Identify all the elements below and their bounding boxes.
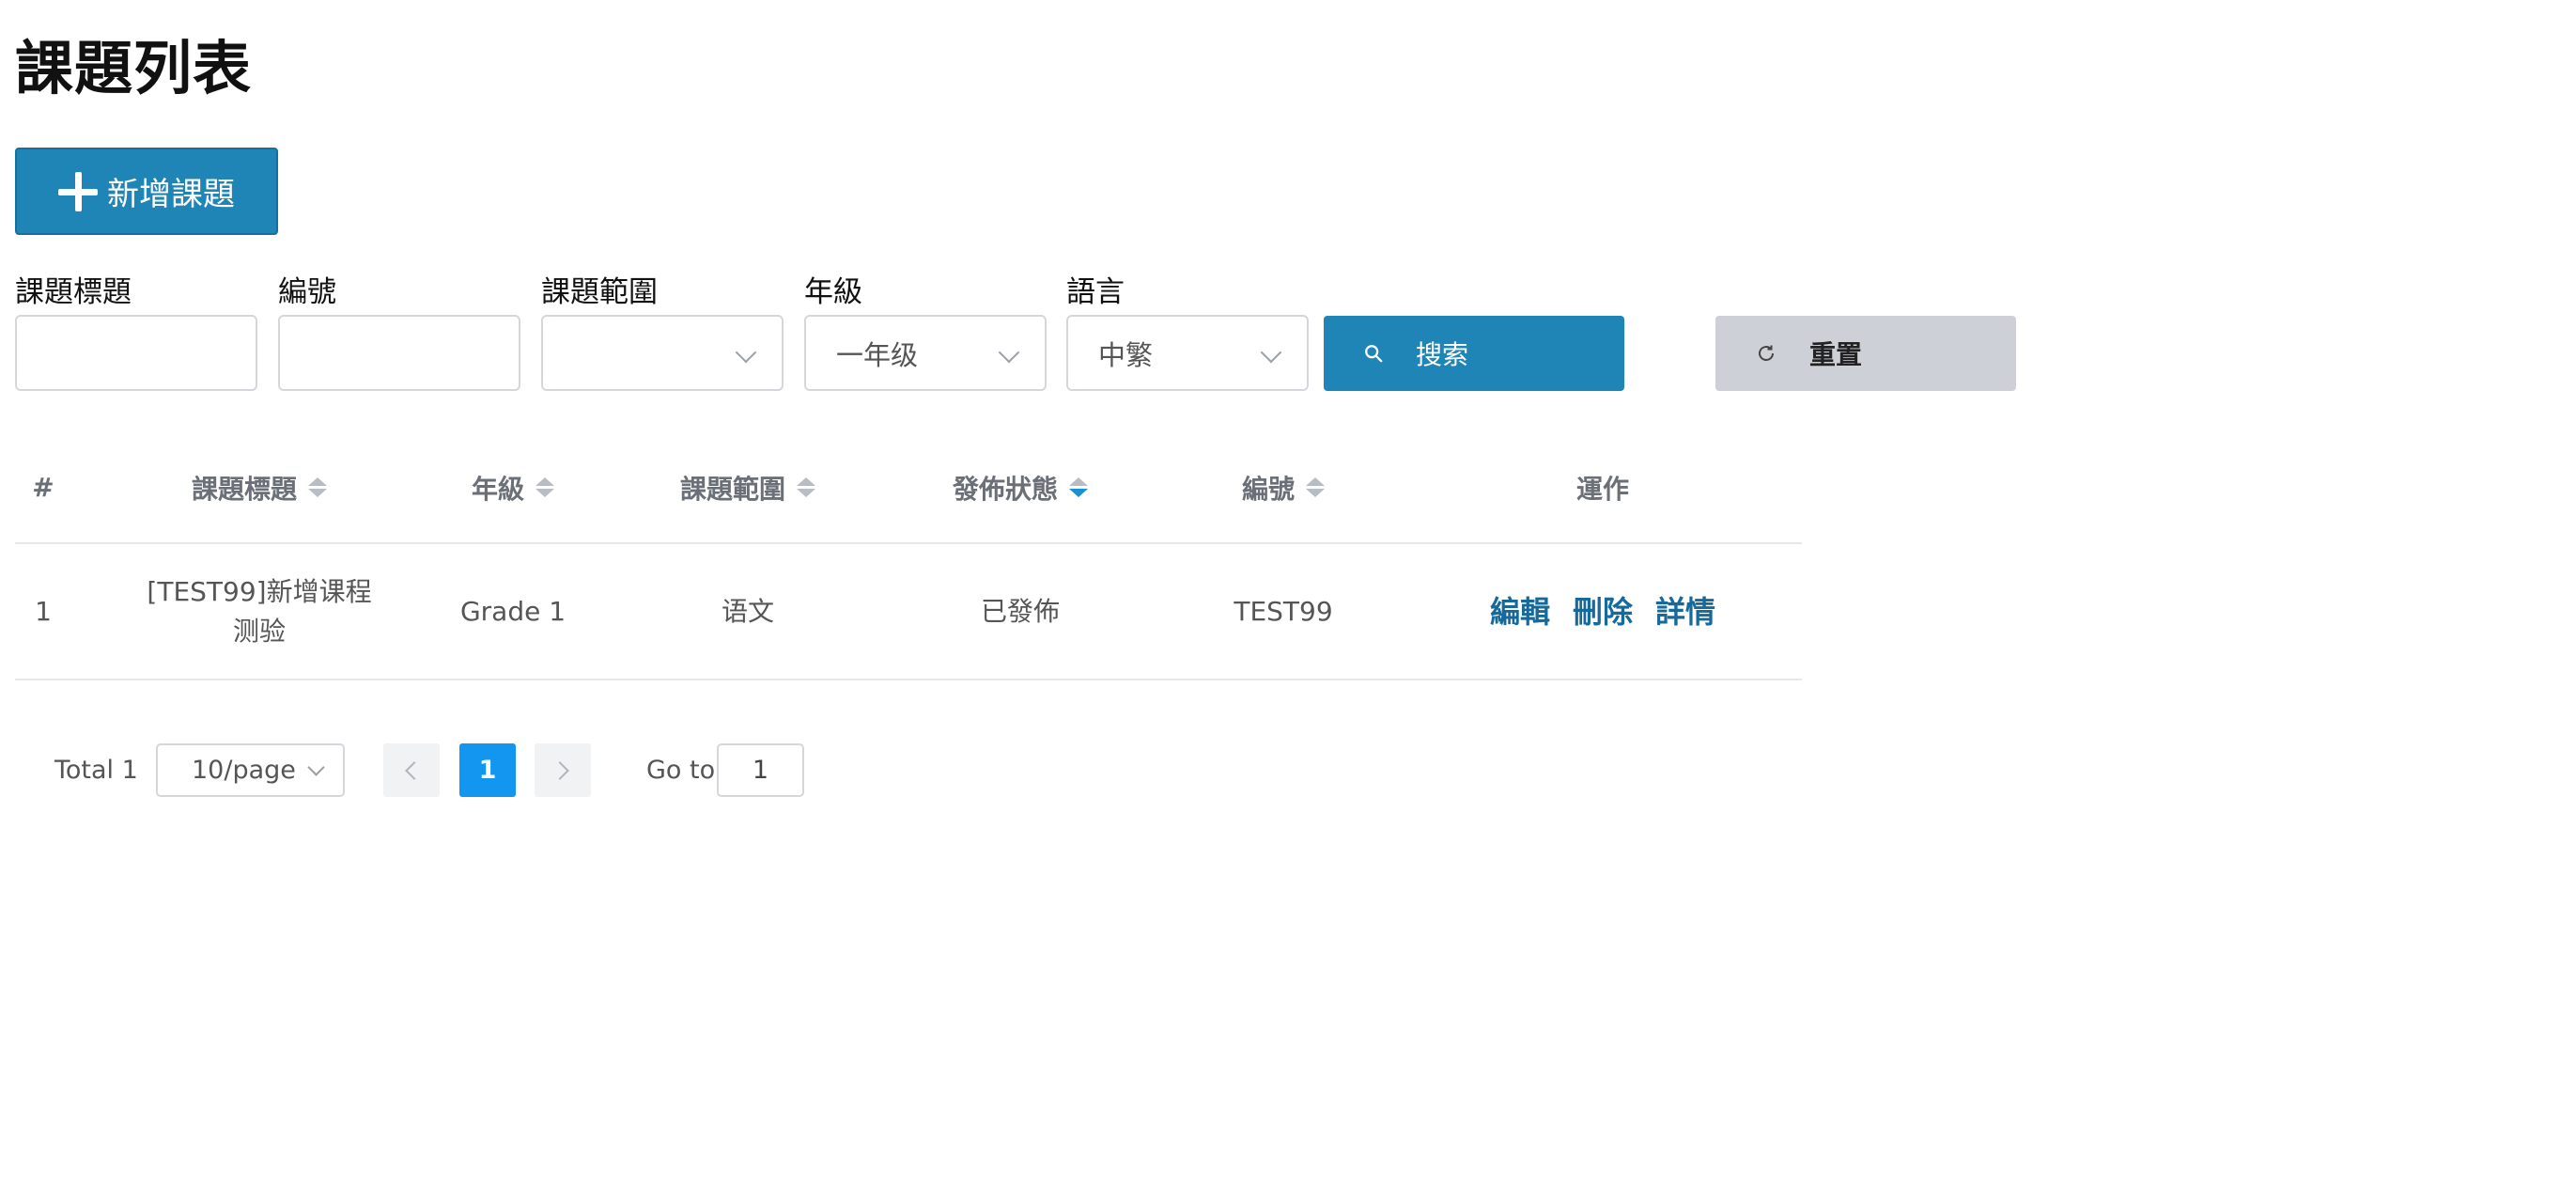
column-header-code[interactable]: 編號 bbox=[1152, 432, 1415, 542]
reset-button[interactable]: 重置 bbox=[1715, 316, 2016, 391]
column-label: 發佈狀態 bbox=[952, 473, 1058, 505]
add-topic-label: 新增課題 bbox=[107, 176, 235, 213]
refresh-icon bbox=[1759, 345, 1774, 361]
column-header-status[interactable]: 發佈狀態 bbox=[889, 432, 1152, 542]
sort-icon[interactable] bbox=[308, 477, 327, 497]
cell-code: TEST99 bbox=[1234, 595, 1333, 627]
sort-icon[interactable] bbox=[797, 477, 815, 497]
prev-page-button[interactable] bbox=[383, 743, 440, 797]
language-select[interactable]: 中繁 bbox=[1066, 315, 1309, 391]
column-label: 編號 bbox=[1241, 473, 1295, 505]
topics-table: # 課題標題 年級 課題範圍 發佈狀態 編號 運作 1 [TEST99]新增课程… bbox=[15, 432, 1802, 680]
filter-code-label: 編號 bbox=[278, 275, 336, 309]
column-label: 課題範圍 bbox=[679, 473, 785, 505]
column-header-grade[interactable]: 年級 bbox=[419, 432, 607, 542]
chevron-down-icon bbox=[1260, 341, 1282, 364]
filter-scope-label: 課題範圍 bbox=[541, 275, 658, 309]
cell-index: 1 bbox=[35, 595, 52, 627]
cell-grade: Grade 1 bbox=[459, 595, 566, 627]
column-header-actions: 運作 bbox=[1415, 432, 1791, 542]
table-header: # 課題標題 年級 課題範圍 發佈狀態 編號 運作 bbox=[15, 432, 1802, 544]
search-icon bbox=[1365, 345, 1383, 363]
details-link[interactable]: 詳情 bbox=[1655, 592, 1715, 632]
language-select-value: 中繁 bbox=[1098, 338, 1154, 371]
column-header-index: # bbox=[15, 432, 71, 542]
chevron-down-icon bbox=[307, 758, 325, 776]
column-header-title[interactable]: 課題標題 bbox=[100, 432, 419, 542]
column-label: 年級 bbox=[471, 473, 524, 505]
plus-icon bbox=[58, 171, 98, 211]
total-count: Total 1 bbox=[54, 756, 138, 785]
chevron-left-icon bbox=[405, 760, 424, 780]
cell-actions: 編輯 刪除 詳情 bbox=[1415, 544, 1791, 679]
title-input[interactable] bbox=[15, 315, 257, 391]
filter-title-label: 課題標題 bbox=[15, 275, 132, 309]
filter-language-label: 語言 bbox=[1066, 275, 1125, 309]
page-number-button[interactable]: 1 bbox=[459, 743, 516, 797]
column-label: 課題標題 bbox=[191, 473, 297, 505]
sort-icon[interactable] bbox=[1306, 477, 1325, 497]
grade-select-value: 一年级 bbox=[836, 338, 919, 371]
next-page-button[interactable] bbox=[535, 743, 591, 797]
add-topic-button[interactable]: 新增課題 bbox=[15, 148, 278, 235]
sort-icon[interactable] bbox=[535, 477, 554, 497]
code-input[interactable] bbox=[278, 315, 520, 391]
page-title: 課題列表 bbox=[15, 34, 253, 102]
filter-grade-label: 年級 bbox=[804, 275, 862, 309]
goto-page-input[interactable]: 1 bbox=[717, 743, 804, 797]
reset-button-label: 重置 bbox=[1809, 339, 1863, 370]
pagination: Total 1 10/page 1 Go to 1 bbox=[0, 743, 939, 798]
search-button-label: 搜索 bbox=[1416, 339, 1469, 370]
chevron-right-icon bbox=[551, 760, 569, 780]
scope-select[interactable] bbox=[541, 315, 784, 391]
column-header-scope[interactable]: 課題範圍 bbox=[607, 432, 889, 542]
grade-select[interactable]: 一年级 bbox=[804, 315, 1047, 391]
page-size-select[interactable]: 10/page bbox=[156, 743, 345, 797]
chevron-down-icon bbox=[735, 341, 757, 364]
cell-title: [TEST99]新增课程测验 bbox=[147, 575, 372, 647]
table-row: 1 [TEST99]新增课程测验 Grade 1 语文 已發佈 TEST99 編… bbox=[15, 544, 1802, 680]
goto-label: Go to bbox=[646, 756, 716, 785]
cell-status: 已發佈 bbox=[980, 595, 1060, 627]
delete-link[interactable]: 刪除 bbox=[1573, 592, 1633, 632]
edit-link[interactable]: 編輯 bbox=[1490, 592, 1550, 632]
sort-icon[interactable] bbox=[1069, 477, 1088, 497]
cell-scope: 语文 bbox=[721, 595, 774, 627]
search-button[interactable]: 搜索 bbox=[1324, 316, 1624, 391]
page-size-value: 10/page bbox=[192, 756, 296, 785]
column-label: 運作 bbox=[1575, 473, 1629, 505]
column-label: # bbox=[32, 472, 54, 503]
chevron-down-icon bbox=[998, 341, 1020, 364]
